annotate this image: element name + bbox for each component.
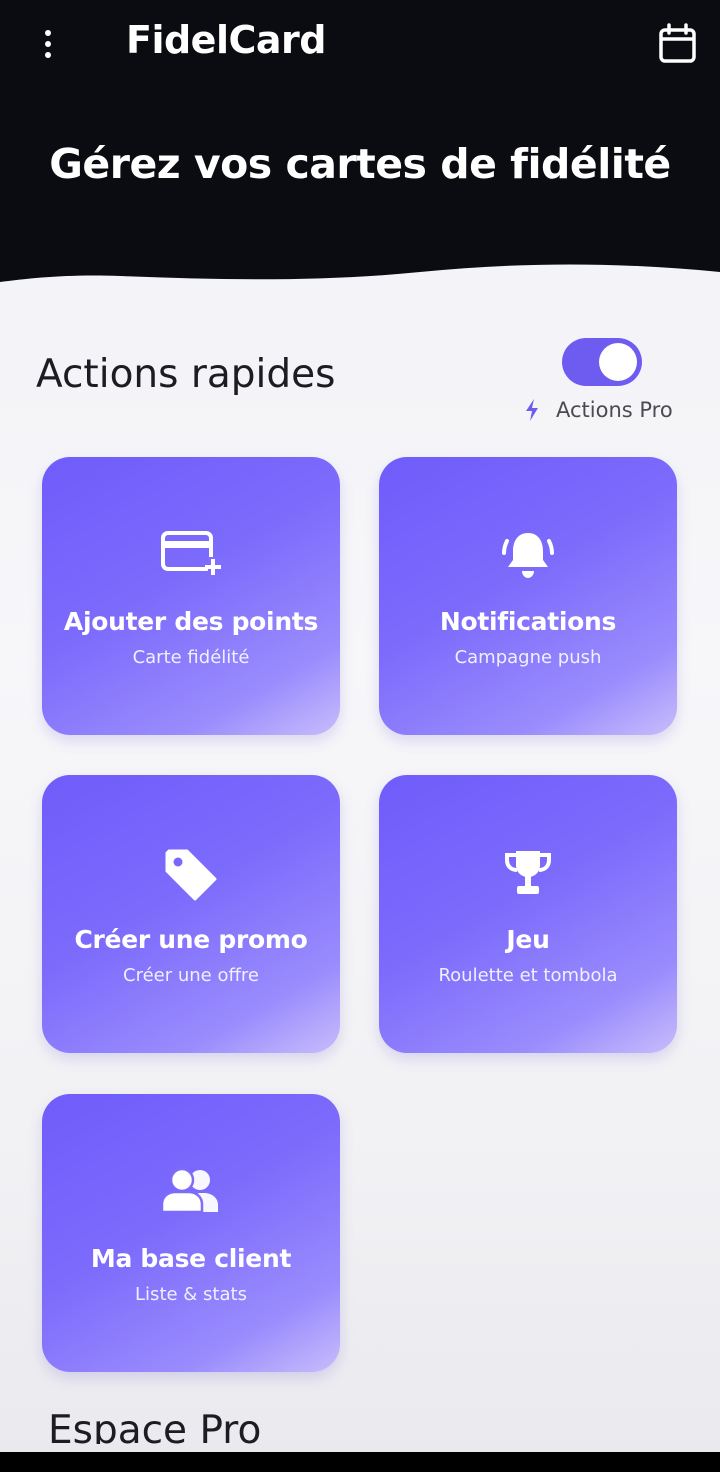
section-title-quick-actions: Actions rapides [36, 352, 336, 397]
tile-subtitle: Carte fidélité [132, 647, 250, 668]
tile-title: Ajouter des points [63, 607, 319, 636]
app-title: FidelCard [126, 18, 326, 62]
more-vertical-icon[interactable] [28, 22, 68, 66]
lightning-icon [526, 399, 538, 421]
tile-notifications[interactable]: Notifications Campagne push [379, 457, 677, 735]
tile-title: Notifications [439, 607, 617, 636]
section-title-next: Espace Pro [48, 1408, 262, 1444]
tile-subtitle: Roulette et tombola [438, 965, 618, 986]
tile-subtitle: Campagne push [454, 647, 602, 668]
app-header: FidelCard Gérez vos cartes de fidélité [0, 0, 720, 290]
users-icon [42, 1166, 340, 1220]
actions-pro-toggle[interactable] [562, 338, 642, 386]
add-card-icon [42, 529, 340, 583]
tag-icon [42, 847, 340, 901]
actions-pro-label-row: Actions Pro [524, 398, 673, 422]
hero-title: Gérez vos cartes de fidélité [49, 140, 671, 188]
calendar-icon[interactable] [656, 22, 700, 66]
tile-title: Ma base client [90, 1244, 292, 1273]
bell-icon [379, 529, 677, 583]
tile-customer-base[interactable]: Ma base client Liste & stats [42, 1094, 340, 1372]
tile-game[interactable]: Jeu Roulette et tombola [379, 775, 677, 1053]
tile-create-promo[interactable]: Créer une promo Créer une offre [42, 775, 340, 1053]
toggle-knob [599, 343, 637, 381]
trophy-icon [379, 847, 677, 901]
tile-title: Créer une promo [74, 925, 308, 954]
tile-title: Jeu [506, 925, 550, 954]
tile-subtitle: Créer une offre [123, 965, 259, 986]
tile-subtitle: Liste & stats [135, 1284, 247, 1305]
actions-pro-label: Actions Pro [556, 398, 673, 422]
tile-add-points[interactable]: Ajouter des points Carte fidélité [42, 457, 340, 735]
system-navigation-bar [0, 1452, 720, 1472]
